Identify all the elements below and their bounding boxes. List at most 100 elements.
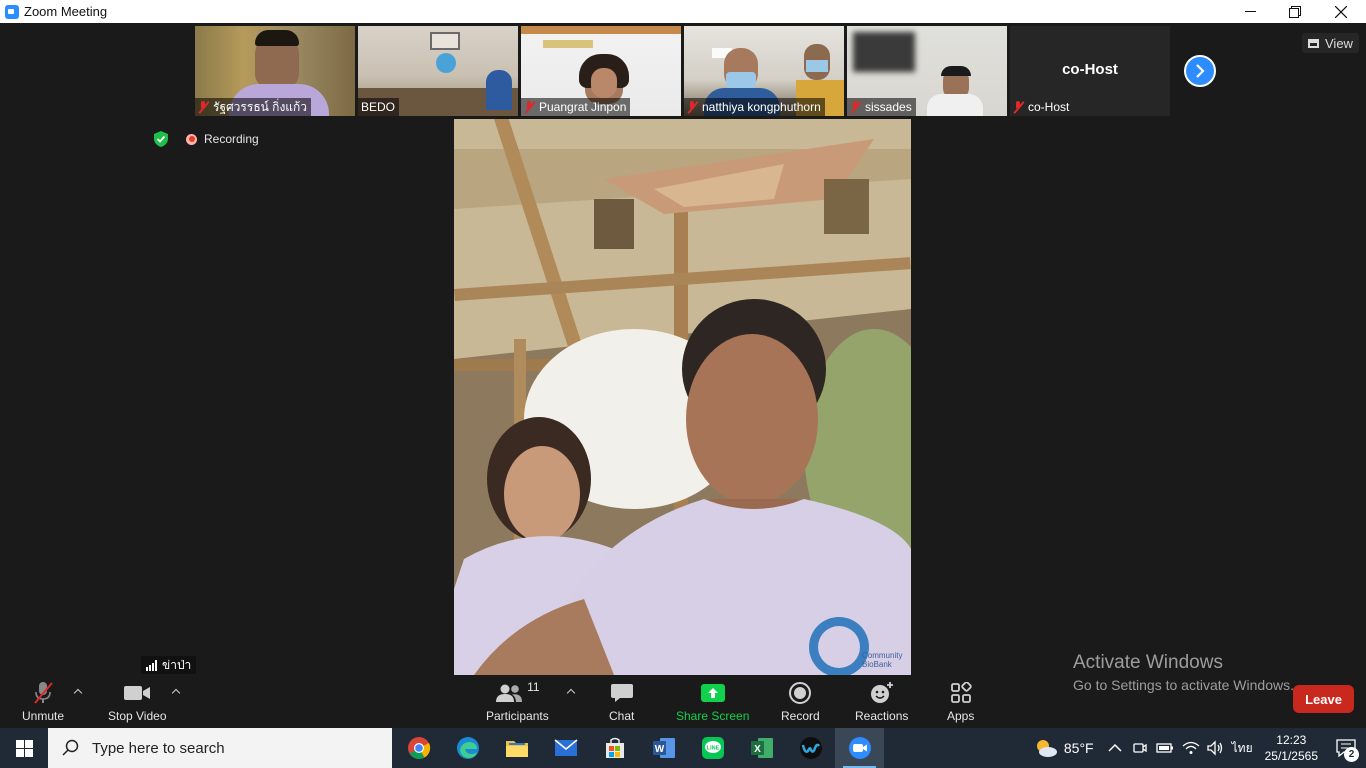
participant-video-tile[interactable]: Puangrat Jinpon bbox=[521, 26, 681, 116]
view-button-label: View bbox=[1325, 35, 1353, 51]
security-shield-icon[interactable] bbox=[152, 130, 170, 148]
stop-video-button[interactable]: Stop Video bbox=[108, 680, 167, 723]
participant-video-tile[interactable]: รัฐศวรรธน์ กิ่งแก้ว bbox=[195, 26, 355, 116]
participant-video-tile[interactable]: natthiya kongphuthorn bbox=[684, 26, 844, 116]
search-placeholder: Type here to search bbox=[92, 739, 225, 757]
video-options-caret-icon[interactable] bbox=[171, 687, 181, 697]
chevron-up-icon[interactable] bbox=[1108, 743, 1122, 753]
edge-icon[interactable] bbox=[443, 728, 492, 768]
participant-video bbox=[486, 70, 512, 110]
active-speaker-label: ข่าป่า bbox=[141, 656, 197, 674]
input-language[interactable]: ไทย bbox=[1232, 739, 1253, 758]
reactions-button[interactable]: Reactions bbox=[855, 680, 908, 723]
participant-name-bar: BEDO bbox=[358, 98, 400, 116]
muted-mic-icon bbox=[1013, 100, 1024, 114]
svg-text:X: X bbox=[754, 744, 761, 755]
participant-video-tile[interactable]: sissades bbox=[847, 26, 1007, 116]
unmute-button[interactable]: Unmute bbox=[22, 680, 64, 723]
participant-video bbox=[806, 60, 828, 72]
speaker-video-frame bbox=[454, 119, 911, 675]
participant-name-bar: Puangrat Jinpon bbox=[521, 98, 631, 116]
participants-count: 11 bbox=[527, 680, 540, 694]
participants-options-caret-icon[interactable] bbox=[566, 687, 576, 697]
record-icon bbox=[788, 680, 812, 706]
stop-video-label: Stop Video bbox=[108, 709, 167, 723]
taskbar-clock[interactable]: 12:23 25/1/2565 bbox=[1265, 732, 1318, 764]
svg-text:W: W bbox=[654, 744, 664, 755]
word-icon[interactable]: W bbox=[639, 728, 688, 768]
meeting-area: รัฐศวรรธน์ กิ่งแก้ว BEDO Puangrat Jinpon bbox=[0, 23, 1366, 728]
windows-taskbar: Type here to search W LINE X 85°F ไทย 12… bbox=[0, 728, 1366, 768]
participant-video bbox=[521, 26, 681, 34]
participant-video bbox=[543, 40, 593, 48]
participant-name: รัฐศวรรธน์ กิ่งแก้ว bbox=[213, 99, 308, 114]
search-icon bbox=[62, 739, 79, 756]
leave-button[interactable]: Leave bbox=[1293, 685, 1354, 713]
next-page-button[interactable] bbox=[1184, 55, 1216, 87]
signal-bars-icon bbox=[146, 659, 157, 671]
meet-now-icon[interactable] bbox=[1132, 740, 1148, 756]
smiley-face-icon bbox=[869, 680, 895, 706]
windows-logo-icon bbox=[15, 739, 33, 757]
record-button[interactable]: Record bbox=[781, 680, 820, 723]
participant-video bbox=[430, 32, 460, 50]
participant-video bbox=[436, 53, 456, 73]
participant-video bbox=[726, 72, 756, 88]
participant-name-bar: co-Host bbox=[1010, 98, 1073, 116]
chat-button[interactable]: Chat bbox=[609, 680, 634, 723]
participant-video bbox=[927, 94, 983, 116]
wifi-icon[interactable] bbox=[1182, 741, 1200, 755]
recording-label: Recording bbox=[204, 132, 259, 146]
microsoft-store-icon[interactable] bbox=[590, 728, 639, 768]
zoom-taskbar-icon[interactable] bbox=[835, 728, 884, 768]
apps-label: Apps bbox=[947, 709, 975, 723]
apps-icon bbox=[950, 680, 972, 706]
participant-name-bar: natthiya kongphuthorn bbox=[684, 98, 825, 116]
activate-windows-title: Activate Windows bbox=[1073, 652, 1223, 673]
participant-tile-name: co-Host bbox=[1062, 61, 1118, 78]
participant-name: Puangrat Jinpon bbox=[539, 100, 627, 114]
chevron-right-icon bbox=[1196, 64, 1205, 78]
participant-video bbox=[853, 32, 915, 72]
notification-count-badge: 2 bbox=[1344, 747, 1359, 762]
battery-icon[interactable] bbox=[1155, 741, 1174, 755]
recording-dot-icon bbox=[186, 133, 197, 145]
apps-button[interactable]: Apps bbox=[947, 680, 974, 723]
mail-icon[interactable] bbox=[541, 728, 590, 768]
line-icon[interactable]: LINE bbox=[688, 728, 737, 768]
windows-start-button[interactable] bbox=[0, 728, 48, 768]
participants-label: Participants bbox=[486, 709, 549, 723]
file-explorer-icon[interactable] bbox=[492, 728, 541, 768]
muted-mic-icon bbox=[31, 680, 55, 706]
participant-video-tile[interactable]: BEDO bbox=[358, 26, 518, 116]
chat-bubble-icon bbox=[610, 680, 634, 706]
zoom-app-icon bbox=[5, 4, 19, 19]
muted-mic-icon bbox=[524, 100, 535, 114]
participant-video bbox=[591, 68, 617, 98]
audio-options-caret-icon[interactable] bbox=[73, 687, 83, 697]
minimize-icon[interactable] bbox=[1227, 0, 1273, 23]
share-screen-button[interactable]: Share Screen bbox=[676, 680, 749, 723]
taskbar-pinned-apps: W LINE X bbox=[394, 728, 884, 768]
close-icon[interactable] bbox=[1318, 0, 1364, 23]
participant-video-tile[interactable]: co-Host co-Host bbox=[1010, 26, 1170, 116]
taskbar-search-box[interactable]: Type here to search bbox=[48, 728, 392, 768]
participant-video bbox=[941, 66, 971, 76]
excel-icon[interactable]: X bbox=[737, 728, 786, 768]
reactions-label: Reactions bbox=[855, 709, 909, 723]
view-button[interactable]: View bbox=[1302, 33, 1359, 53]
chrome-icon[interactable] bbox=[394, 728, 443, 768]
recording-indicator[interactable]: Recording bbox=[186, 132, 259, 146]
participants-button[interactable]: 11 Participants bbox=[486, 680, 549, 723]
notification-center-button[interactable]: 2 bbox=[1326, 728, 1366, 768]
temperature[interactable]: 85°F bbox=[1064, 740, 1094, 756]
grid-view-icon bbox=[1308, 38, 1319, 48]
muted-mic-icon bbox=[687, 100, 698, 114]
volume-icon[interactable] bbox=[1206, 740, 1224, 756]
participant-name-bar: รัฐศวรรธน์ กิ่งแก้ว bbox=[195, 98, 312, 116]
window-title: Zoom Meeting bbox=[24, 4, 108, 19]
weather-sun-cloud-icon[interactable] bbox=[1034, 738, 1058, 758]
webex-icon[interactable] bbox=[786, 728, 835, 768]
restore-icon[interactable] bbox=[1272, 0, 1318, 23]
share-screen-icon bbox=[700, 680, 726, 706]
